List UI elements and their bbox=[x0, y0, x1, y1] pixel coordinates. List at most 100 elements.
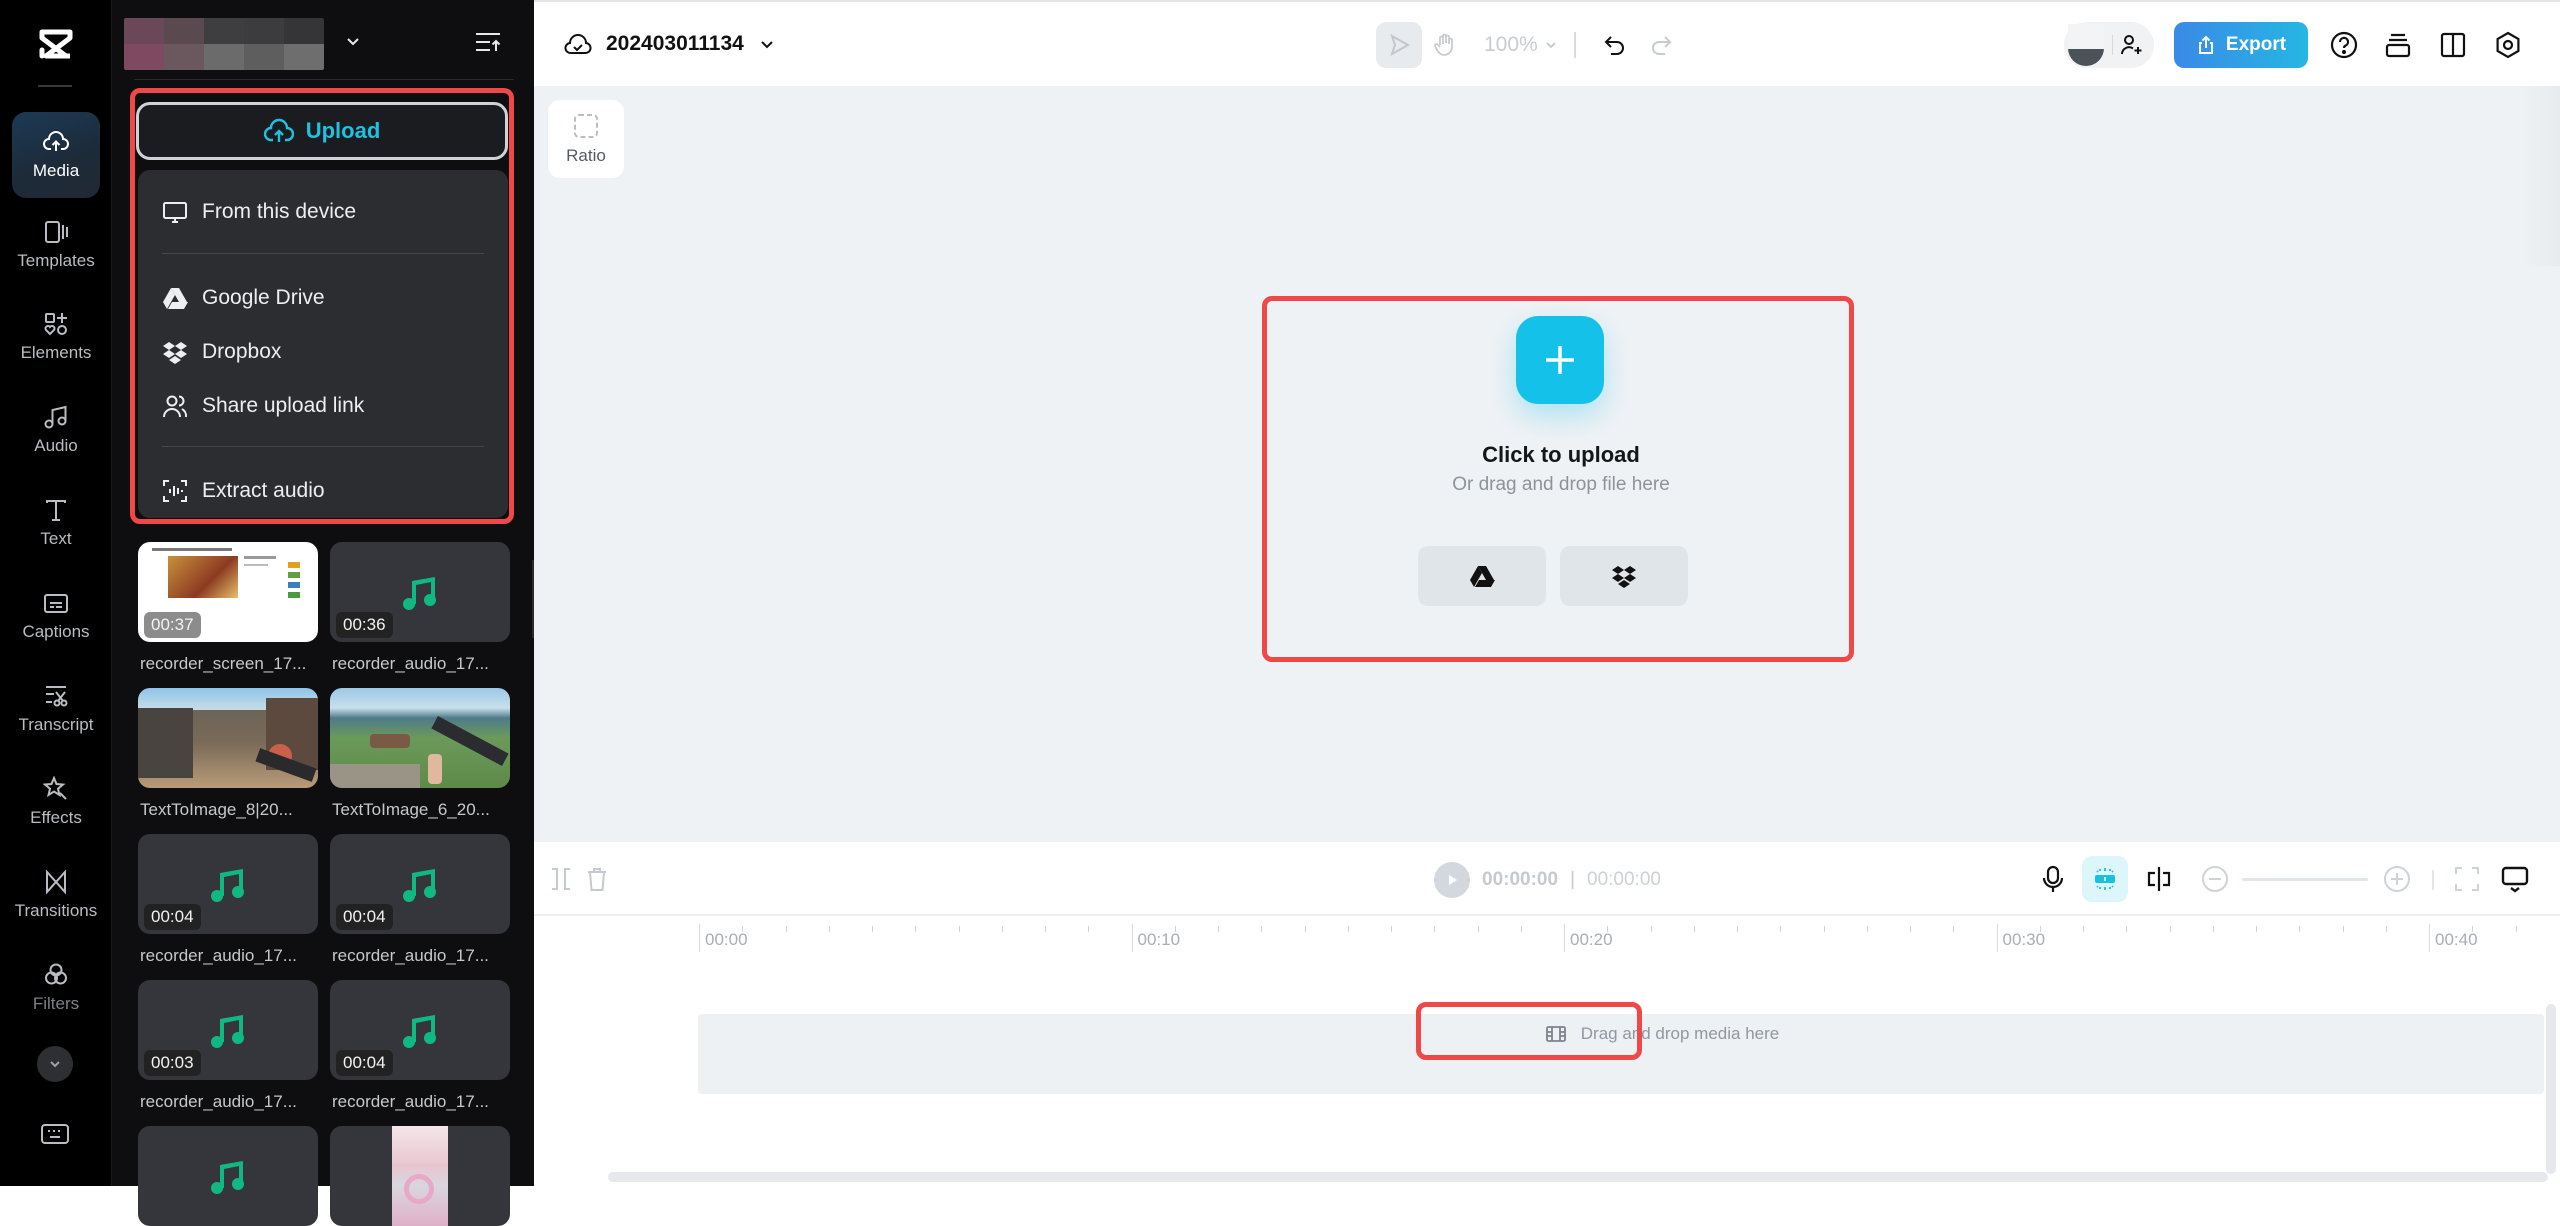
more-tools-button[interactable] bbox=[37, 1046, 73, 1082]
pointer-icon bbox=[1390, 33, 1411, 57]
ruler-minor-tick bbox=[1347, 926, 1349, 932]
ruler-minor-tick bbox=[785, 926, 787, 932]
media-tile[interactable]: TextToImage_6_20... bbox=[330, 688, 510, 820]
export-button[interactable]: Export bbox=[2174, 22, 2308, 68]
sort-icon[interactable] bbox=[474, 30, 502, 54]
rail-item-audio[interactable]: Audio bbox=[12, 387, 100, 473]
zoom-level-dropdown[interactable]: 100% bbox=[1484, 33, 1558, 57]
rail-item-text[interactable]: Text bbox=[12, 480, 100, 566]
hand-tool-button[interactable] bbox=[1422, 22, 1468, 68]
rail-item-elements[interactable]: Elements bbox=[12, 294, 100, 380]
drop-media-hint: Drag and drop media here bbox=[1492, 1004, 1832, 1064]
select-tool-button[interactable] bbox=[1376, 22, 1422, 68]
menu-item-dropbox[interactable]: Dropbox bbox=[138, 328, 508, 376]
magnet-snap-icon bbox=[2095, 868, 2115, 890]
rail-item-transitions[interactable]: Transitions bbox=[12, 852, 100, 938]
menu-item-label: Google Drive bbox=[202, 286, 325, 309]
split-view-icon[interactable] bbox=[2438, 30, 2468, 60]
media-tile[interactable]: 00:37 recorder_screen_17... bbox=[138, 542, 318, 674]
timeline-vertical-scrollbar[interactable] bbox=[2546, 1004, 2556, 1174]
ratio-button[interactable]: Ratio bbox=[548, 100, 624, 178]
collapse-timeline-icon[interactable] bbox=[2500, 864, 2530, 894]
media-tile[interactable]: 00:04 recorder_audio_17... bbox=[330, 980, 510, 1112]
dropbox-upload-button[interactable] bbox=[1560, 546, 1688, 606]
menu-item-from-device[interactable]: From this device bbox=[138, 188, 508, 236]
redo-icon bbox=[1651, 36, 1672, 55]
canvas-area: Ratio Click to upload Or drag and drop f… bbox=[534, 86, 2560, 842]
project-title[interactable]: 202403011134 bbox=[564, 30, 776, 58]
delete-icon[interactable] bbox=[582, 864, 612, 894]
music-note-icon bbox=[403, 869, 436, 902]
redo-button[interactable] bbox=[1638, 22, 1684, 68]
export-label: Export bbox=[2225, 34, 2287, 55]
rail-item-templates[interactable]: Templates bbox=[12, 202, 100, 288]
music-note-icon bbox=[211, 869, 244, 902]
current-time: 00:00:00 bbox=[1482, 869, 1559, 890]
media-tile[interactable]: 00:03 recorder_audio_17... bbox=[138, 980, 318, 1112]
dropbox-icon bbox=[1612, 566, 1636, 588]
media-thumbnail bbox=[330, 1126, 510, 1226]
rail-item-captions[interactable]: Captions bbox=[12, 573, 100, 659]
rail-item-effects[interactable]: Effects bbox=[12, 759, 100, 845]
ruler-minor-tick bbox=[1823, 926, 1825, 932]
duration-badge: 00:37 bbox=[144, 612, 201, 638]
microphone-icon[interactable] bbox=[2038, 864, 2068, 894]
cloud-upload-icon bbox=[43, 131, 69, 151]
capcut-logo-icon[interactable] bbox=[36, 26, 76, 62]
effects-star-icon bbox=[43, 776, 67, 800]
user-avatar[interactable] bbox=[2068, 24, 2104, 66]
ruler-minor-tick bbox=[2039, 926, 2041, 932]
help-icon[interactable] bbox=[2329, 30, 2359, 60]
zoom-in-icon[interactable] bbox=[2382, 864, 2412, 894]
ruler-minor-tick bbox=[958, 926, 960, 932]
elements-icon bbox=[44, 313, 67, 336]
zoom-out-icon[interactable] bbox=[2200, 864, 2230, 894]
media-tile[interactable] bbox=[330, 1126, 510, 1226]
ruler-minor-tick bbox=[1001, 926, 1003, 932]
menu-item-share-upload-link[interactable]: Share upload link bbox=[138, 382, 508, 430]
menu-item-google-drive[interactable]: Google Drive bbox=[138, 274, 508, 322]
google-drive-icon bbox=[1470, 566, 1495, 587]
keyboard-shortcuts-icon[interactable] bbox=[40, 1122, 70, 1146]
media-thumbnail: 00:03 bbox=[138, 980, 318, 1080]
split-icon[interactable] bbox=[2144, 864, 2174, 894]
rail-item-filters[interactable]: Filters bbox=[12, 945, 100, 1031]
media-tile[interactable]: TextToImage_8|20... bbox=[138, 688, 318, 820]
workspace-selector-redacted[interactable] bbox=[124, 18, 324, 70]
rail-item-label: Effects bbox=[30, 808, 82, 827]
menu-item-extract-audio[interactable]: Extract audio bbox=[138, 467, 508, 515]
google-drive-upload-button[interactable] bbox=[1418, 546, 1546, 606]
menu-item-label: Extract audio bbox=[202, 479, 325, 502]
rail-item-label: Media bbox=[32, 161, 80, 180]
fullscreen-icon[interactable] bbox=[2452, 864, 2482, 894]
upload-button[interactable]: Upload bbox=[136, 102, 508, 160]
add-media-button[interactable] bbox=[1516, 316, 1604, 404]
transitions-icon bbox=[46, 869, 66, 895]
timeline-horizontal-scrollbar[interactable] bbox=[608, 1172, 2548, 1182]
undo-button[interactable] bbox=[1592, 22, 1638, 68]
timeline-zoom-slider[interactable] bbox=[2242, 878, 2368, 881]
rail-item-label: Transcript bbox=[18, 715, 94, 734]
rail-item-media[interactable]: Media bbox=[12, 112, 100, 198]
media-tile[interactable]: 00:36 recorder_audio_17... bbox=[330, 542, 510, 674]
ruler-minor-tick bbox=[2169, 926, 2171, 932]
workspace-chevron-icon[interactable] bbox=[344, 32, 362, 50]
play-button[interactable] bbox=[1434, 862, 1470, 898]
trim-icon[interactable] bbox=[546, 864, 576, 894]
duration-badge: 00:04 bbox=[336, 904, 393, 930]
upload-dropzone[interactable]: Click to upload Or drag and drop file he… bbox=[1270, 294, 1852, 648]
add-user-icon[interactable] bbox=[2120, 33, 2144, 57]
auto-snap-toggle[interactable] bbox=[2082, 856, 2128, 902]
rail-item-transcript[interactable]: Transcript bbox=[12, 666, 100, 752]
settings-icon[interactable] bbox=[2493, 30, 2523, 60]
media-thumbnail bbox=[330, 688, 510, 788]
plus-icon bbox=[1546, 346, 1574, 374]
ruler-minor-tick bbox=[1650, 926, 1652, 932]
ruler-minor-tick bbox=[1174, 926, 1176, 932]
ruler-minor-tick bbox=[1607, 926, 1609, 932]
transcript-icon bbox=[46, 686, 68, 707]
media-tile[interactable]: 00:04 recorder_audio_17... bbox=[330, 834, 510, 966]
layers-icon[interactable] bbox=[2383, 30, 2413, 60]
media-tile[interactable] bbox=[138, 1126, 318, 1226]
media-tile[interactable]: 00:04 recorder_audio_17... bbox=[138, 834, 318, 966]
